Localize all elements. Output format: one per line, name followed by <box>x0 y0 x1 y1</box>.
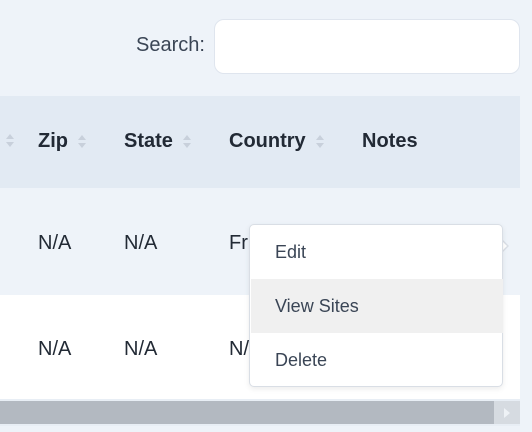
horizontal-scrollbar-thumb[interactable] <box>0 401 494 424</box>
column-header-label: Country <box>229 130 306 152</box>
search-bar: Search: <box>0 0 532 96</box>
row-actions-menu: Edit View Sites Delete <box>249 224 503 387</box>
cell-state: N/A <box>124 232 158 254</box>
sort-arrows-icon[interactable] <box>315 135 324 148</box>
search-input[interactable] <box>214 19 520 74</box>
menu-item-edit[interactable]: Edit <box>251 225 503 279</box>
column-header-label: Zip <box>38 130 68 152</box>
scroll-right-button[interactable] <box>494 401 520 424</box>
cell-zip: N/A <box>38 338 72 360</box>
sort-arrows-icon[interactable] <box>182 135 191 148</box>
page-edge <box>520 96 532 432</box>
column-header-zip[interactable]: Zip <box>38 130 86 153</box>
sort-arrows-icon[interactable] <box>78 135 86 148</box>
cell-state: N/A <box>124 338 158 360</box>
cell-country: N/ <box>229 338 249 360</box>
menu-item-view-sites[interactable]: View Sites <box>251 279 503 333</box>
column-header-state[interactable]: State <box>124 130 191 153</box>
menu-item-delete[interactable]: Delete <box>251 333 503 387</box>
search-label: Search: <box>136 34 205 56</box>
column-header-notes: Notes <box>362 130 418 153</box>
chevron-right-icon <box>504 407 510 418</box>
column-header-label: State <box>124 130 173 152</box>
column-header-label: Notes <box>362 130 418 152</box>
column-header-country[interactable]: Country <box>229 130 324 153</box>
cell-zip: N/A <box>38 232 72 254</box>
cell-country: Fr <box>229 232 248 254</box>
sort-arrows-icon[interactable] <box>6 134 14 147</box>
